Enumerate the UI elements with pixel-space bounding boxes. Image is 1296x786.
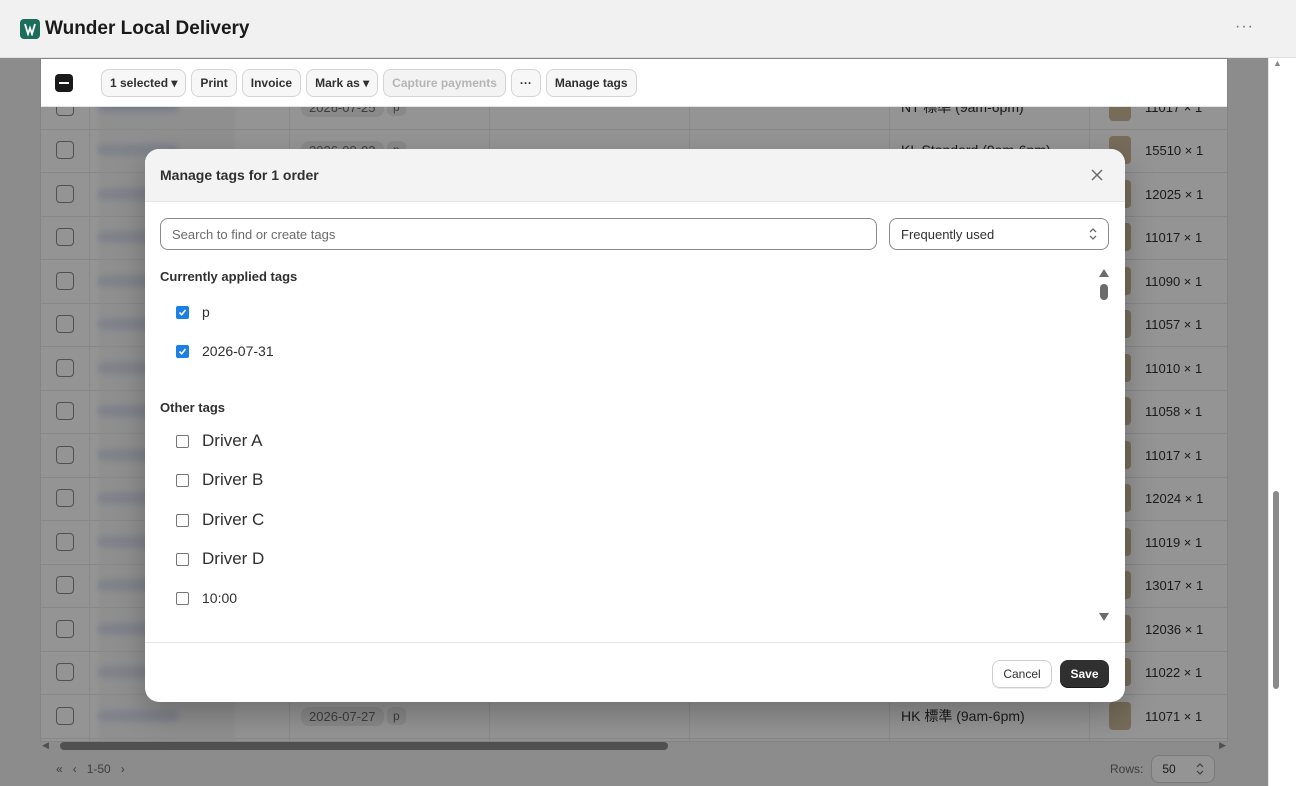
modal-footer: Cancel Save xyxy=(145,642,1125,702)
sort-value: Frequently used xyxy=(901,226,995,242)
app-titlebar: Wunder Local Delivery ··· xyxy=(0,0,1296,58)
mark-as-button[interactable]: Mark as ▾ xyxy=(306,68,379,97)
tag-option[interactable]: 10:00 xyxy=(176,584,237,612)
tag-label: p xyxy=(202,304,210,320)
select-all-checkbox[interactable] xyxy=(55,73,73,92)
other-tags-heading: Other tags xyxy=(160,400,226,415)
bulk-actions-bar: 1 selected ▾ Print Invoice Mark as ▾ Cap… xyxy=(41,59,1227,107)
applied-tags-heading: Currently applied tags xyxy=(160,269,298,284)
save-button[interactable]: Save xyxy=(1060,660,1109,688)
manage-tags-button[interactable]: Manage tags xyxy=(545,68,637,97)
close-icon[interactable] xyxy=(1087,165,1107,185)
tag-label: 10:00 xyxy=(202,590,238,606)
tags-list-scrollbar[interactable] xyxy=(1097,269,1111,629)
tag-label: 2026-07-31 xyxy=(202,343,274,359)
tag-label: Driver D xyxy=(202,549,265,568)
capture-payments-button[interactable]: Capture payments xyxy=(383,68,506,97)
tag-sort-select[interactable]: Frequently used xyxy=(889,218,1109,250)
tag-label: Driver A xyxy=(202,431,263,450)
tag-option[interactable]: Driver C xyxy=(176,506,264,534)
selected-count-button[interactable]: 1 selected ▾ xyxy=(101,68,187,97)
tag-checkbox[interactable] xyxy=(176,434,189,448)
scroll-up-icon[interactable]: ▲ xyxy=(1273,58,1282,68)
manage-tags-modal: Manage tags for 1 order Frequently used … xyxy=(145,149,1125,702)
tag-option[interactable]: Driver B xyxy=(176,466,263,494)
vertical-scroll-thumb[interactable] xyxy=(1273,491,1279,689)
tag-option[interactable]: Driver A xyxy=(176,427,262,455)
modal-title: Manage tags for 1 order xyxy=(160,167,319,183)
tag-search-input[interactable] xyxy=(160,218,877,250)
tags-scroll-thumb[interactable] xyxy=(1100,284,1108,300)
tag-label: Driver C xyxy=(202,510,265,529)
cancel-button[interactable]: Cancel xyxy=(992,660,1052,688)
print-button[interactable]: Print xyxy=(191,68,237,97)
tag-checkbox[interactable] xyxy=(176,473,189,487)
invoice-button[interactable]: Invoice xyxy=(241,68,302,97)
tag-checkbox[interactable] xyxy=(176,552,189,566)
tag-checkbox[interactable] xyxy=(176,591,189,605)
vertical-scrollbar[interactable]: ▲ xyxy=(1268,58,1296,786)
tag-label: Driver B xyxy=(202,470,264,489)
tag-option[interactable]: Driver D xyxy=(176,545,264,573)
app-title: Wunder Local Delivery xyxy=(45,17,250,39)
tags-list: Currently applied tags p 2026-07-31 Other… xyxy=(160,263,1100,643)
tag-checkbox[interactable] xyxy=(176,344,189,358)
wunder-logo-icon xyxy=(20,18,40,39)
modal-header: Manage tags for 1 order xyxy=(145,149,1125,202)
scroll-down-icon[interactable] xyxy=(1099,613,1109,621)
scroll-up-icon[interactable] xyxy=(1099,269,1109,277)
more-options-icon[interactable]: ··· xyxy=(1235,18,1254,36)
tag-option[interactable]: 2026-07-31 xyxy=(176,337,274,365)
select-chevron-icon xyxy=(1089,228,1097,240)
tag-checkbox[interactable] xyxy=(176,305,189,319)
tag-option[interactable]: p xyxy=(176,298,210,326)
more-actions-button[interactable]: ··· xyxy=(510,68,541,97)
tag-checkbox[interactable] xyxy=(176,513,189,527)
